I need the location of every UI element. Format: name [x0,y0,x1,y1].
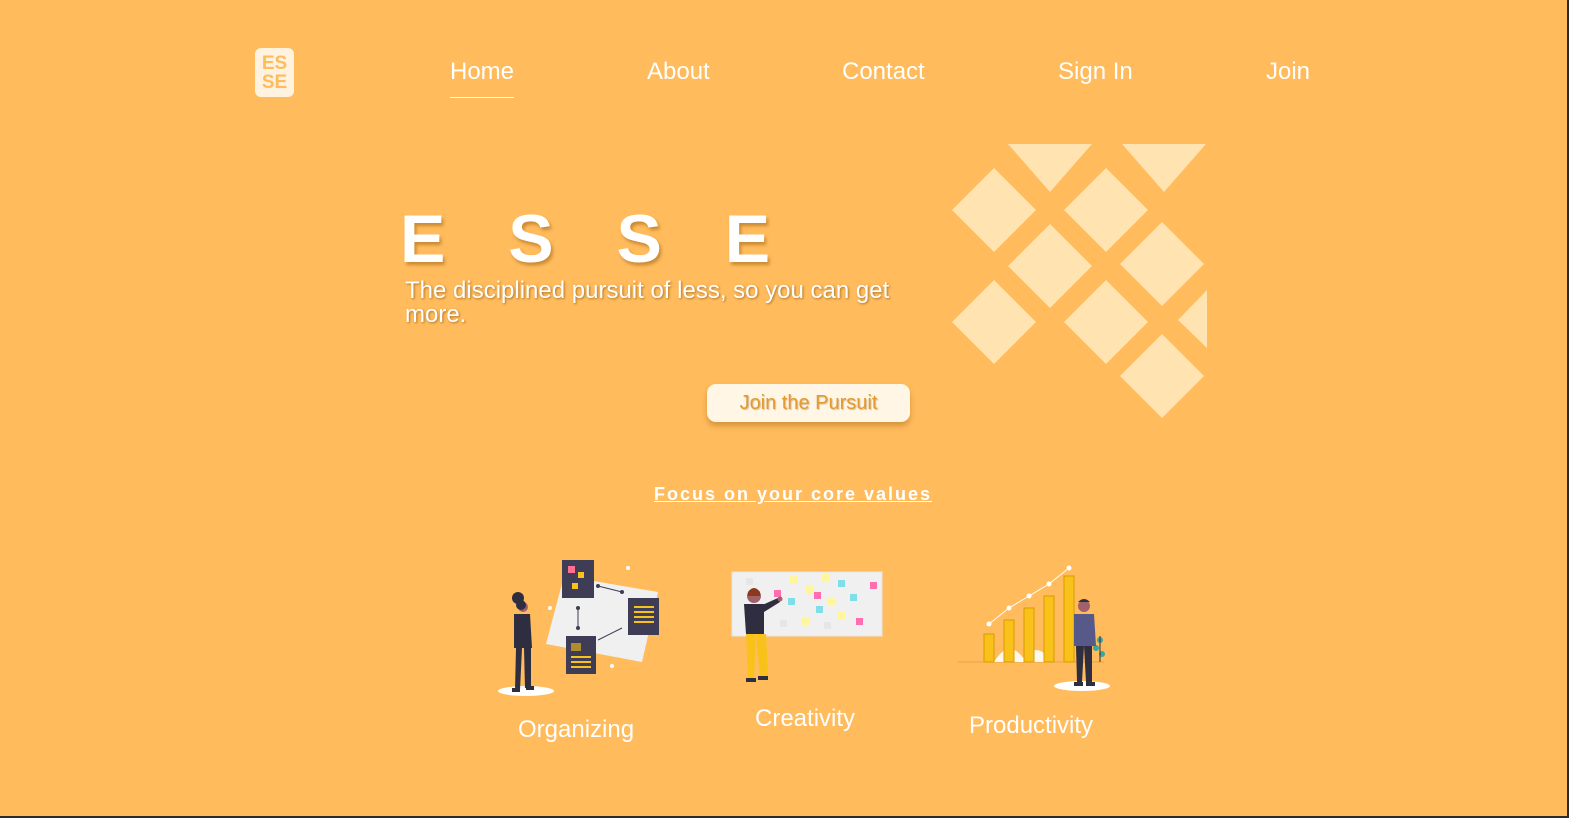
core-values-heading: Focus on your core values [654,484,933,504]
scrollbar-gutter [1569,0,1585,828]
nav-contact[interactable]: Contact [842,58,925,86]
creativity-label: Creativity [755,705,856,732]
productivity-label: Productivity [969,712,1094,739]
nav-about[interactable]: About [647,58,710,86]
page-bottom-edge [0,818,1569,828]
organizing-illustration-icon [498,560,659,696]
hero-subtitle: The disciplined pursuit of less, so you … [405,277,890,328]
logo-text-line-1: ES [261,52,288,74]
creativity-illustration-icon [731,571,883,682]
nav-join[interactable]: Join [1266,58,1310,86]
hero-title: E S S E [400,201,793,277]
logo-text-line-2: SE [261,71,288,93]
organizing-label: Organizing [518,716,635,743]
esse-logo[interactable]: ES SE [255,48,294,97]
nav-sign-in[interactable]: Sign In [1058,58,1133,86]
productivity-illustration-icon [958,565,1110,691]
nav-home[interactable]: Home [450,58,515,98]
diamond-pattern-graphic [952,144,1207,418]
join-the-pursuit-button[interactable]: Join the Pursuit [707,384,910,422]
